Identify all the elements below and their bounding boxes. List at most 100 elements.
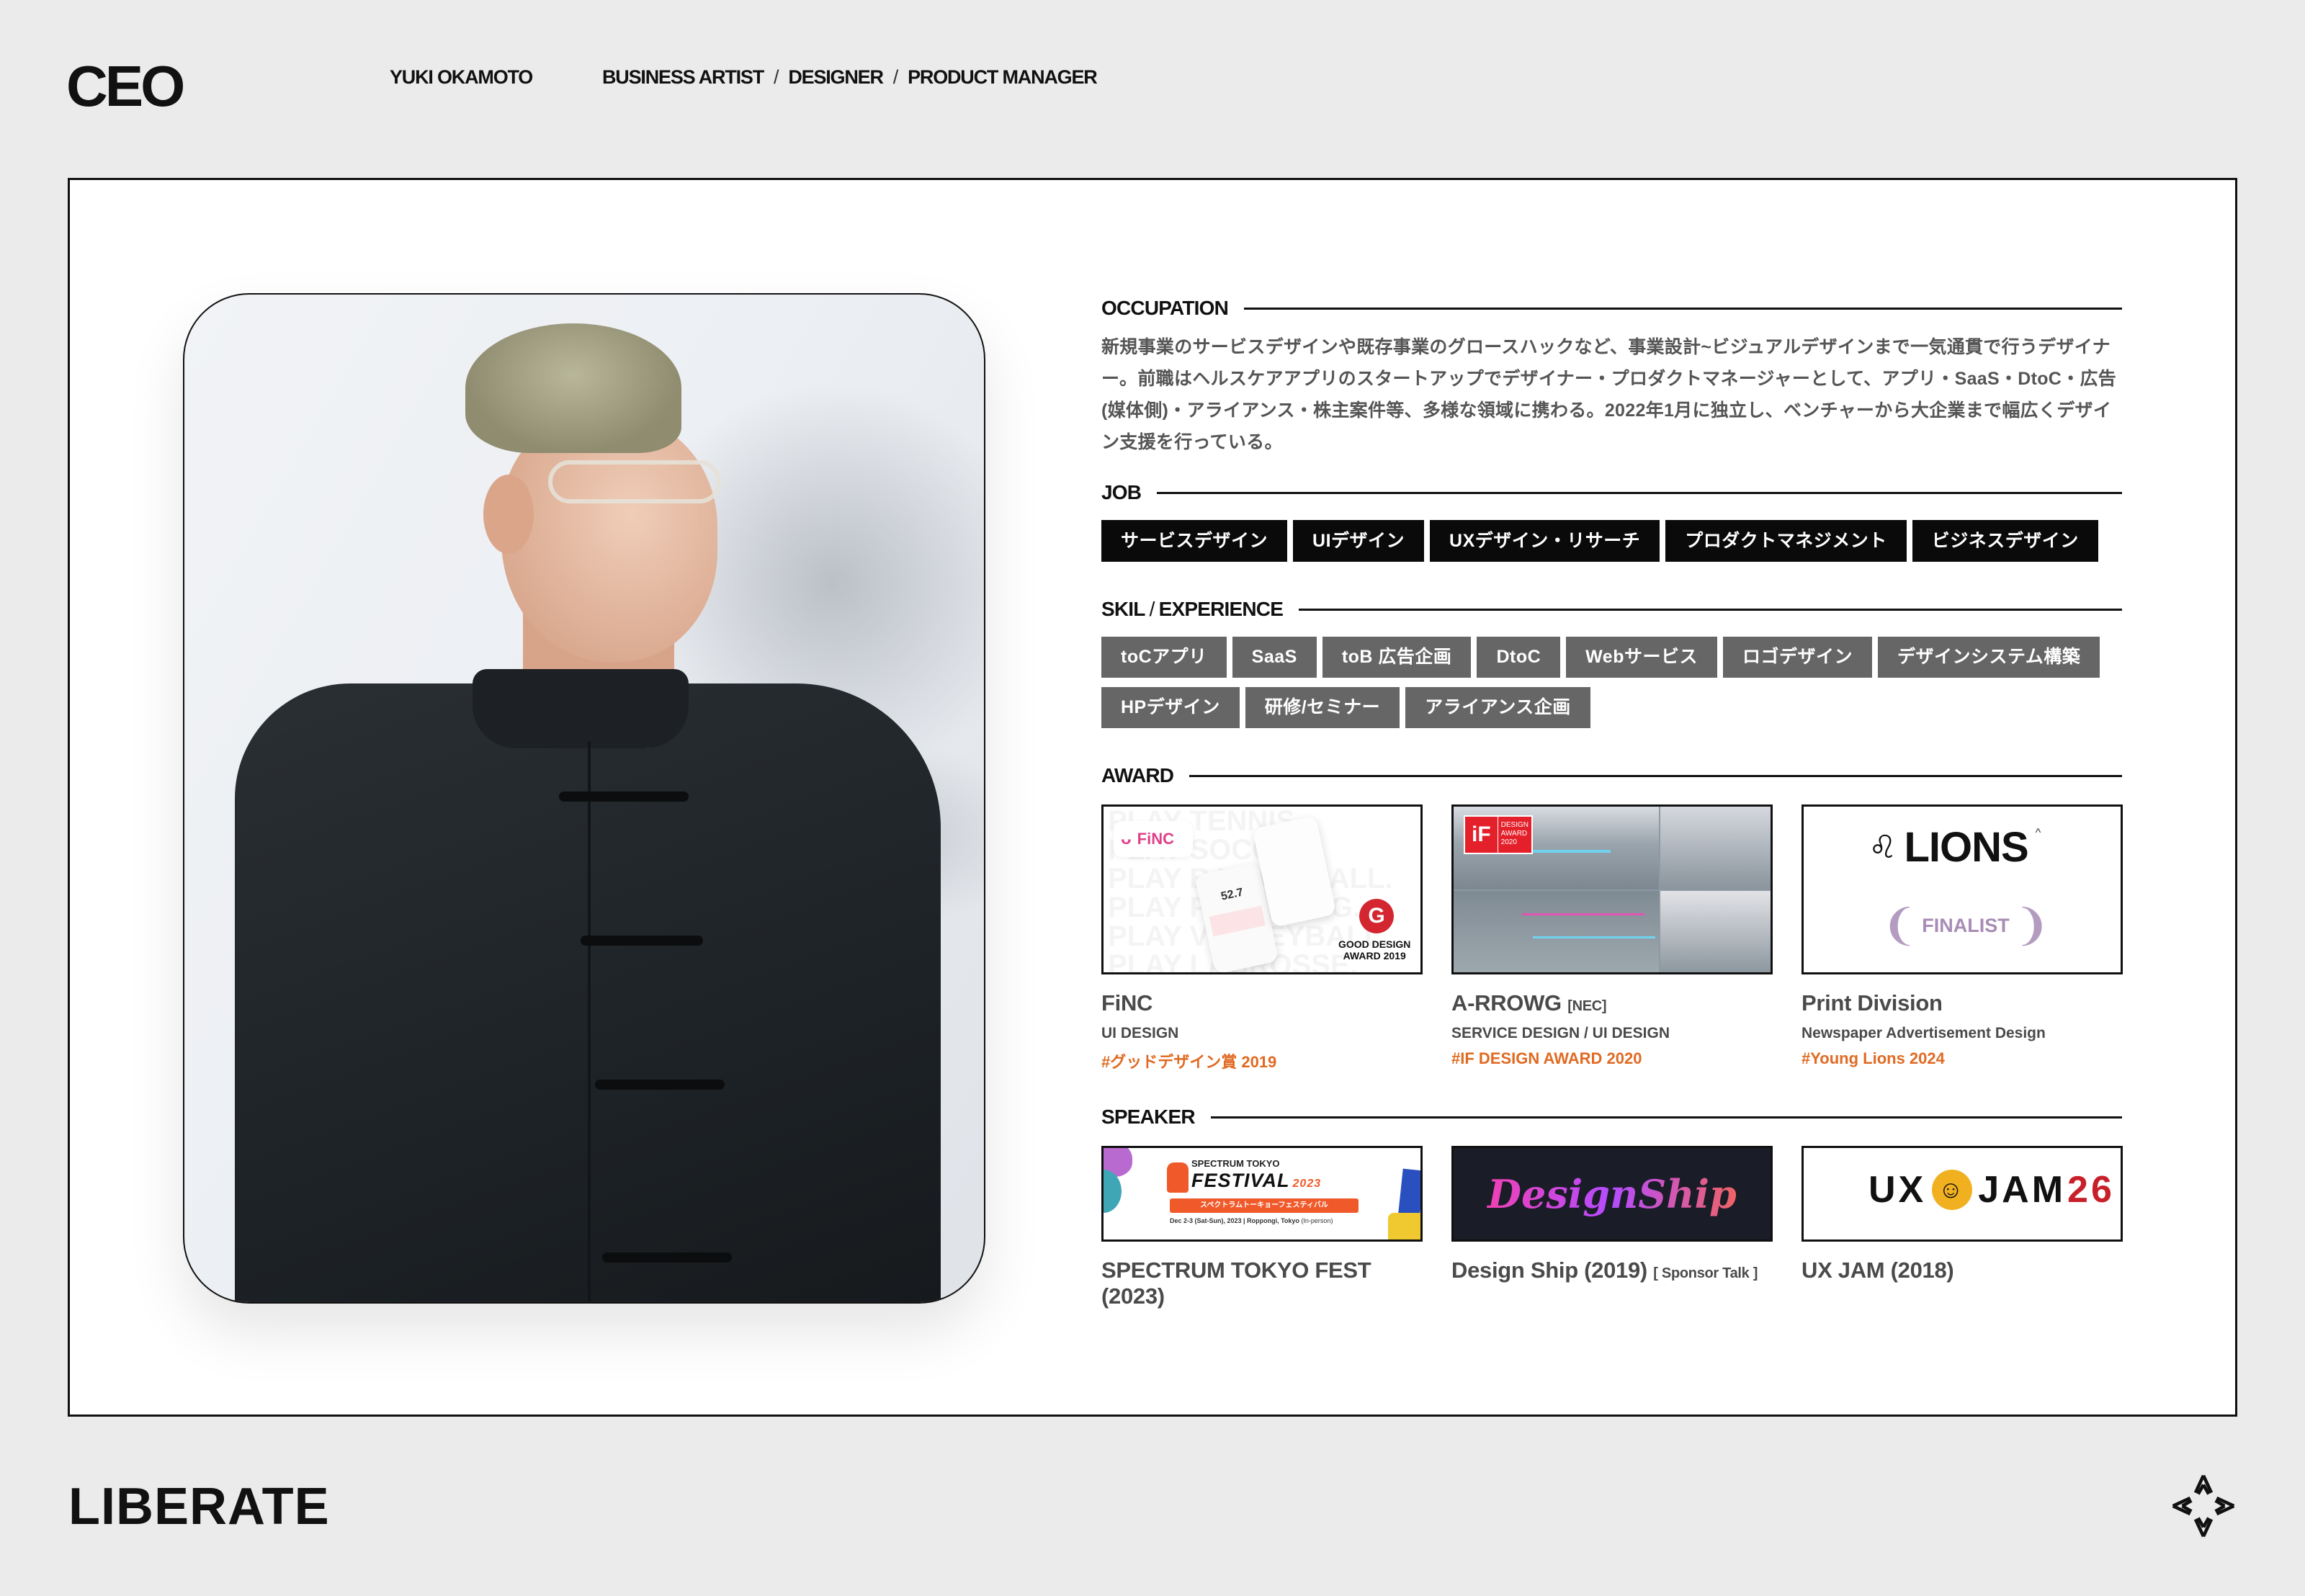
smile-icon: ᴗ: [1121, 829, 1132, 848]
badge-line: AWARD 2019: [1343, 950, 1406, 961]
section-heading-award: AWARD: [1101, 756, 2122, 796]
photo-face: [501, 417, 717, 662]
speaker-list: SPECTRUM TOKYO FESTIVAL 2023 スペクトラムトーキョーフ…: [1101, 1146, 2123, 1309]
award-tag[interactable]: #Young Lions 2024: [1802, 1049, 2123, 1068]
finc-brand: FiNC: [1137, 830, 1174, 848]
award-thumbnail-arrowg[interactable]: iF DESIGN AWARD 2020: [1451, 804, 1773, 974]
skill-chip: DtoC: [1477, 637, 1561, 678]
skill-heading: SKIL / EXPERIENCE: [1101, 598, 1284, 621]
award-list: PLAY TENNIS. PLAY SOCCER. PLAY BASKETBAL…: [1101, 804, 2123, 1072]
award-thumbnail-finc[interactable]: PLAY TENNIS. PLAY SOCCER. PLAY BASKETBAL…: [1101, 804, 1423, 974]
award-thumbnail-lions[interactable]: ♌ LIONS ^ ❨ FINALIST ❩: [1802, 804, 2123, 974]
photo-jacket-seam: [588, 741, 591, 1302]
spectrum-year: 2023: [1292, 1178, 1322, 1190]
section-heading-speaker: SPEAKER: [1101, 1097, 2122, 1137]
job-chip: UXデザイン・リサーチ: [1430, 520, 1660, 562]
uxjam-logo: UX ☺ JAM 26: [1868, 1170, 2115, 1210]
skill-heading-a: SKIL: [1101, 598, 1145, 620]
phone-chart: [1209, 905, 1266, 937]
skill-heading-b: EXPERIENCE: [1158, 598, 1284, 620]
speaker-thumbnail-designship[interactable]: DesignShip: [1451, 1146, 1773, 1242]
arrowg-panel: [1660, 807, 1771, 889]
role-separator: /: [774, 66, 779, 88]
if-badge-text: DESIGN AWARD 2020: [1498, 817, 1531, 853]
job-chip: サービスデザイン: [1101, 520, 1288, 562]
lions-logo: ♌ LIONS ^: [1868, 827, 2041, 869]
award-tag[interactable]: #グッドデザイン賞 2019: [1101, 1049, 1423, 1072]
role-product-manager: PRODUCT MANAGER: [908, 66, 1098, 88]
mark-top-outer: [2193, 1474, 2214, 1494]
award-subtitle: SERVICE DESIGN / UI DESIGN: [1451, 1025, 1670, 1041]
photo-collar: [473, 669, 689, 748]
spectrum-mode: (In-person): [1301, 1217, 1333, 1224]
header-person-name: YUKI OKAMOTO: [390, 66, 533, 88]
award-title-text: A-RROWG: [1451, 990, 1562, 1016]
site-logo-ceo[interactable]: CEO: [66, 58, 185, 115]
photo-ear: [483, 475, 534, 554]
arrowg-panel: [1660, 891, 1771, 972]
skill-chip-list: toCアプリ SaaS toB 広告企画 DtoC Webサービス ロゴデザイン…: [1101, 637, 2122, 728]
role-business-artist: BUSINESS ARTIST: [602, 66, 764, 88]
job-chip: UIデザイン: [1293, 520, 1425, 562]
award-title: FiNC: [1101, 990, 1153, 1016]
skill-heading-separator: /: [1149, 598, 1155, 620]
mark-right-outer: [2216, 1496, 2235, 1516]
heading-rule: [1210, 1116, 2122, 1118]
profile-photo: [183, 293, 985, 1304]
speaker-card-designship[interactable]: DesignShip Design Ship (2019) [ Sponsor …: [1451, 1146, 1773, 1309]
photo-frog-button: [595, 1080, 725, 1090]
decor-shape: [1388, 1213, 1420, 1239]
good-design-g-mark-icon: G: [1359, 899, 1394, 933]
skill-chip: toB 広告企画: [1322, 637, 1472, 678]
spectrum-line2: FESTIVAL: [1191, 1170, 1290, 1191]
role-separator: /: [892, 66, 899, 88]
speaker-title: UX JAM (2018): [1802, 1257, 1954, 1283]
award-card-lions[interactable]: ♌ LIONS ^ ❨ FINALIST ❩ Print Division Ne…: [1802, 804, 2123, 1072]
speaker-title: SPECTRUM TOKYO FEST (2023): [1101, 1257, 1371, 1309]
heading-rule: [1189, 774, 2122, 777]
award-subtitle: Newspaper Advertisement Design: [1802, 1025, 2046, 1041]
if-logo-icon: iF: [1465, 817, 1498, 853]
award-heading: AWARD: [1101, 764, 1174, 786]
header-roles: BUSINESS ARTIST / DESIGNER / PRODUCT MAN…: [602, 66, 1098, 89]
spectrum-line1: SPECTRUM TOKYO: [1191, 1158, 1280, 1169]
award-title: Print Division: [1802, 990, 1943, 1016]
spectrum-date-line: Dec 2-3 (Sat-Sun), 2023 | Roppongi, Toky…: [1170, 1217, 1333, 1224]
footer-brand-liberate[interactable]: LIBERATE: [68, 1481, 330, 1533]
mark-left-outer: [2172, 1496, 2191, 1516]
uxjam-left: UX: [1868, 1169, 1927, 1211]
speaker-title: Design Ship (2019) [ Sponsor Talk ]: [1451, 1257, 1773, 1283]
skill-chip: 研修/セミナー: [1245, 687, 1400, 728]
award-title-suffix: [NEC]: [1567, 998, 1607, 1014]
job-chip: プロダクトマネジメント: [1665, 520, 1907, 562]
award-subtitle: UI DESIGN: [1101, 1025, 1179, 1041]
speaker-card-spectrum[interactable]: SPECTRUM TOKYO FESTIVAL 2023 スペクトラムトーキョーフ…: [1101, 1146, 1423, 1309]
badge-line: 2020: [1500, 838, 1517, 846]
speaker-thumbnail-spectrum[interactable]: SPECTRUM TOKYO FESTIVAL 2023 スペクトラムトーキョーフ…: [1101, 1146, 1423, 1242]
skill-chip: toCアプリ: [1101, 637, 1227, 678]
photo-frog-button: [559, 792, 689, 802]
award-tag[interactable]: #IF DESIGN AWARD 2020: [1451, 1049, 1773, 1068]
badge-line: DESIGN: [1500, 821, 1529, 829]
good-design-badge: GOOD DESIGN AWARD 2019: [1338, 938, 1410, 961]
award-card-arrowg[interactable]: iF DESIGN AWARD 2020 A-RROWG [NEC] SERVI…: [1451, 804, 1773, 1072]
skill-chip: デザインシステム構築: [1878, 637, 2100, 678]
speaker-card-uxjam[interactable]: UX ☺ JAM 26 UX JAM (2018): [1802, 1146, 2123, 1309]
section-heading-occupation: OCCUPATION: [1101, 288, 2122, 328]
finalist-badge: ❨ FINALIST ❩: [1881, 893, 2050, 958]
spectrum-kana-banner: スペクトラムトーキョーフェスティバル: [1170, 1198, 1359, 1213]
photo-frog-button: [602, 1252, 732, 1263]
lions-wordmark: LIONS: [1904, 824, 2028, 871]
finalist-label: FINALIST: [1922, 914, 2010, 936]
speaker-thumbnail-uxjam[interactable]: UX ☺ JAM 26: [1802, 1146, 2123, 1242]
job-chip: ビジネスデザイン: [1912, 520, 2098, 562]
finc-logo: ᴗ FiNC: [1114, 821, 1193, 857]
uxjam-number: 26: [2067, 1169, 2115, 1211]
occupation-description: 新規事業のサービスデザインや既存事業のグロースハックなど、事業設計~ビジュアルデ…: [1101, 337, 2117, 452]
four-point-star-chevron-icon[interactable]: [2170, 1473, 2237, 1539]
lion-head-icon: ♌: [1868, 830, 1897, 865]
speaker-note: [ Sponsor Talk ]: [1653, 1265, 1758, 1281]
gait-line: [1522, 913, 1644, 915]
section-heading-skill: SKIL / EXPERIENCE: [1101, 589, 2122, 629]
award-card-finc[interactable]: PLAY TENNIS. PLAY SOCCER. PLAY BASKETBAL…: [1101, 804, 1423, 1072]
